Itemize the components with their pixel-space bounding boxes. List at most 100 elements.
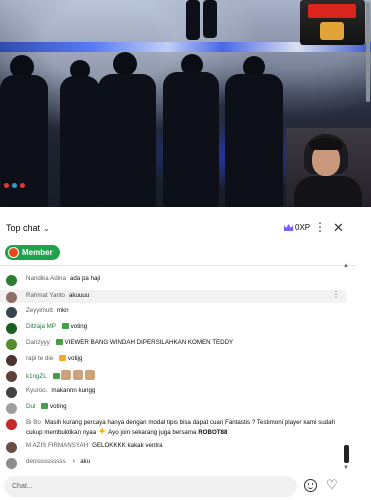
chat-message[interactable]: M AZIS FIRMANSYAH GELOKKKK kakak ventra xyxy=(0,441,346,454)
chat-message-bold: ROBOT88 xyxy=(198,429,228,436)
chat-message[interactable]: rapi te die votijg xyxy=(0,354,346,367)
member-badge-icon xyxy=(52,373,60,379)
avatar[interactable] xyxy=(6,355,17,366)
sparkle-icon xyxy=(98,427,107,435)
avatar[interactable] xyxy=(6,339,17,350)
chat-input-placeholder: Chat... xyxy=(12,483,33,490)
chat-message-text: rapi te die votijg xyxy=(26,354,82,363)
avatar[interactable] xyxy=(6,458,17,469)
member-badge-icon xyxy=(61,323,69,329)
chat-message-body: voting xyxy=(50,403,67,410)
custom-emoji-icon xyxy=(73,370,84,380)
chat-author-name[interactable]: Ditzaja MP xyxy=(26,323,56,330)
chat-message-text: Zeyyimutt mkn xyxy=(26,306,69,315)
chat-author-name[interactable]: k1ngZL xyxy=(26,373,47,380)
scroll-down-icon[interactable]: ▼ xyxy=(343,465,349,471)
chat-message-body: voting xyxy=(70,323,88,330)
avatar[interactable] xyxy=(6,387,17,398)
chat-scrollbar[interactable] xyxy=(343,262,351,476)
avatar[interactable] xyxy=(6,403,17,414)
scroll-up-icon[interactable]: ▲ xyxy=(343,263,349,269)
chat-message-text: Nandika Adina ada pa haji xyxy=(26,274,100,283)
chat-author-name[interactable]: M AZIS FIRMANSYAH xyxy=(26,442,88,449)
chat-scroll-thumb[interactable] xyxy=(344,445,349,463)
chat-author-name[interactable]: Zeyyimutt xyxy=(26,307,53,314)
chat-message[interactable]: denisssssssss ♀ aku xyxy=(0,457,346,470)
chat-message-body: VIEWER BANG WINDAH DIPERSILAHKAN KOMEN T… xyxy=(64,339,234,346)
chat-author-name[interactable]: rapi te die xyxy=(26,355,53,362)
crowd-head xyxy=(113,52,137,76)
chat-message[interactable]: Danzyyy VIEWER BANG WINDAH DIPERSILAHKAN… xyxy=(0,338,346,351)
avatar[interactable] xyxy=(6,307,17,318)
message-menu-icon[interactable]: ⋮ xyxy=(332,290,340,299)
chat-message-body: mkn xyxy=(56,307,69,314)
avatar[interactable] xyxy=(6,323,17,334)
chat-message-text: Rahmat Yanto akuuuu xyxy=(26,291,89,300)
more-vert-icon[interactable]: ⋮ xyxy=(314,221,326,233)
chat-message-text: Ditzaja MP voting xyxy=(26,322,87,331)
member-avatar-icon xyxy=(8,247,19,258)
game-hud xyxy=(0,175,70,197)
chat-message[interactable]: k1ngZL xyxy=(0,370,346,383)
live-chat-panel: Top chat ⌄ 0XP ⋮ ✕ Member Nandika Adina a… xyxy=(0,213,356,500)
chat-message-text: Bi Bo Masih kurang percaya hanya dengan m… xyxy=(26,418,346,437)
emoji-icon[interactable] xyxy=(304,479,317,492)
close-icon[interactable]: ✕ xyxy=(333,221,344,234)
chat-message-body: ada pa haji xyxy=(69,275,101,282)
chat-input[interactable]: Chat... xyxy=(4,476,297,497)
chat-author-name[interactable]: Bi Bo xyxy=(26,419,41,426)
chat-mode-dropdown[interactable]: Top chat ⌄ xyxy=(6,223,50,233)
member-chip[interactable]: Member xyxy=(5,245,60,260)
avatar[interactable] xyxy=(6,275,17,286)
xp-label: 0XP xyxy=(295,223,311,232)
chat-author-name[interactable]: denisssssssss xyxy=(26,458,66,465)
chat-message-text: M AZIS FIRMANSYAH GELOKKKK kakak ventra xyxy=(26,441,163,450)
chat-message-text: Dul voting xyxy=(26,402,67,411)
chat-mode-label: Top chat xyxy=(6,223,41,233)
avatar[interactable] xyxy=(6,419,17,430)
heart-icon[interactable]: ♡ xyxy=(326,478,338,491)
chat-input-row: Chat... ♡ xyxy=(0,473,356,500)
custom-emoji-icon xyxy=(61,370,72,380)
avatar[interactable] xyxy=(6,292,17,303)
chat-message-text: k1ngZL xyxy=(26,370,97,381)
chat-message[interactable]: Kyuroo. makannn kungg xyxy=(0,386,346,399)
crowd-person xyxy=(163,72,219,207)
chat-message-body: akuuuu xyxy=(68,292,90,299)
chat-message-body: aku xyxy=(80,458,91,465)
gender-icon: ♀ xyxy=(71,458,77,465)
chat-message[interactable]: Nandika Adina ada pa haji xyxy=(0,274,346,287)
stage-figure xyxy=(186,0,200,40)
chevron-down-icon: ⌄ xyxy=(43,223,50,233)
custom-emoji-icon xyxy=(85,370,96,380)
chat-author-name[interactable]: Danzyyy xyxy=(26,339,50,346)
crowd-person xyxy=(225,74,283,207)
video-player[interactable] xyxy=(0,0,371,207)
chat-message[interactable]: Dul voting xyxy=(0,402,346,415)
avatar[interactable] xyxy=(6,442,17,453)
xp-badge[interactable]: 0XP xyxy=(284,223,310,232)
page-scrollbar[interactable] xyxy=(366,2,370,102)
member-badge-icon xyxy=(59,355,67,361)
chat-author-name[interactable]: Kyuroo. xyxy=(26,387,47,394)
chat-message-tail: Ayo join sekarang juga bersama xyxy=(108,429,197,436)
member-badge-icon xyxy=(55,339,63,345)
chat-author-name[interactable]: Dul xyxy=(26,403,35,410)
chat-message[interactable]: Zeyyimutt mkn xyxy=(0,306,346,319)
chat-message-body: makannn kungg xyxy=(51,387,96,394)
crown-icon xyxy=(284,224,293,231)
chat-author-name[interactable]: Rahmat Yanto xyxy=(26,292,65,299)
avatar[interactable] xyxy=(6,371,17,382)
member-chip-label: Member xyxy=(22,248,53,257)
chat-author-name[interactable]: Nandika Adina xyxy=(26,275,66,282)
chat-message[interactable]: Bi Bo Masih kurang percaya hanya dengan m… xyxy=(0,418,346,440)
stream-overlay-badge xyxy=(300,0,365,45)
chat-message[interactable]: Rahmat Yanto akuuuu ⋮ xyxy=(0,290,346,303)
crowd-person xyxy=(98,74,156,207)
chat-message-list[interactable]: Nandika Adina ada pa haji Rahmat Yanto akuu… xyxy=(0,266,346,473)
stage-figure xyxy=(203,0,217,38)
chat-message[interactable]: Ditzaja MP voting xyxy=(0,322,346,335)
member-filter-row: Member xyxy=(0,243,356,262)
chat-message-body: GELOKKKK kakak ventra xyxy=(92,442,163,449)
chat-message-text: Danzyyy VIEWER BANG WINDAH DIPERSILAHKAN… xyxy=(26,338,233,347)
